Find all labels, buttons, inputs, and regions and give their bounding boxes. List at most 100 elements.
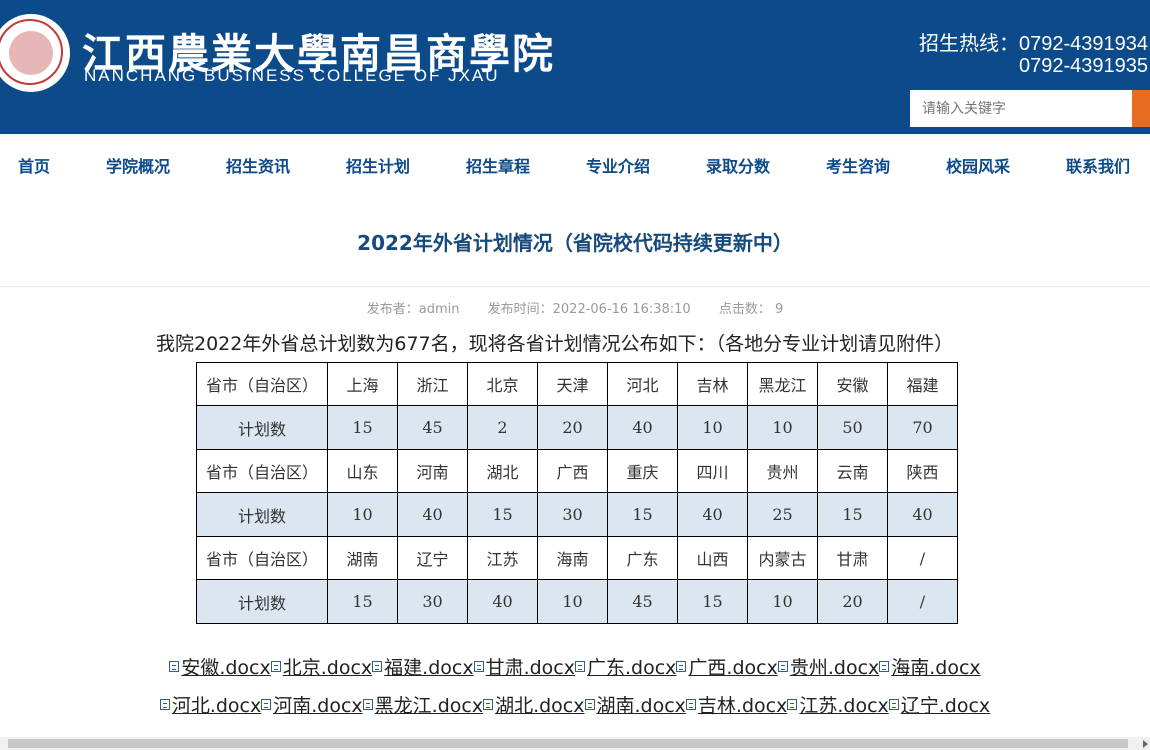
count-cell: 25 bbox=[747, 492, 818, 537]
meta-published: 发布时间：2022-06-16 16:38:10 bbox=[487, 302, 691, 317]
attachment-link[interactable]: 甘肃.docx bbox=[473, 657, 575, 679]
province-cell: / bbox=[887, 536, 958, 580]
attachment-label: 福建.docx bbox=[384, 657, 474, 679]
province-cell: 贵州 bbox=[747, 449, 818, 493]
province-cell: 广东 bbox=[607, 536, 678, 580]
attachment-label: 河北.docx bbox=[171, 695, 262, 717]
count-cell: 15 bbox=[677, 579, 748, 624]
admission-hotline: 招生热线：0792-4391934 0792-4391935 bbox=[919, 33, 1148, 77]
scroll-right-arrow-icon[interactable] bbox=[1143, 740, 1148, 748]
article-lead: 我院2022年外省总计划数为677名，现将各省计划情况公布如下：（各地分专业计划… bbox=[156, 333, 954, 355]
nav-admission-news[interactable]: 招生资讯 bbox=[226, 153, 290, 177]
province-cell: 河南 bbox=[397, 449, 468, 493]
attachment-link[interactable]: 辽宁.docx bbox=[888, 695, 990, 717]
word-doc-icon bbox=[879, 661, 890, 672]
attachment-row: 河北.docx 河南.docx 黑龙江.docx 湖北.docx 湖南.docx 吉林.d… bbox=[0, 691, 1150, 718]
nav-home[interactable]: 首页 bbox=[18, 153, 50, 177]
province-cell: 内蒙古 bbox=[747, 536, 818, 580]
word-doc-icon bbox=[169, 661, 180, 672]
count-cell: 45 bbox=[607, 579, 678, 624]
province-cell: 吉林 bbox=[677, 362, 748, 406]
count-header: 计划数 bbox=[196, 492, 328, 537]
college-seal-logo[interactable] bbox=[0, 14, 70, 92]
attachment-link[interactable]: 湖南.docx bbox=[584, 695, 686, 717]
attachment-link[interactable]: 黑龙江.docx bbox=[362, 695, 484, 717]
nav-contact[interactable]: 联系我们 bbox=[1066, 153, 1130, 177]
province-cell: 山东 bbox=[327, 449, 398, 493]
count-cell: 50 bbox=[817, 405, 888, 450]
province-cell: 黑龙江 bbox=[747, 362, 818, 406]
attachment-link[interactable]: 广西.docx bbox=[676, 657, 778, 679]
search-input[interactable] bbox=[910, 90, 1132, 127]
nav-consult[interactable]: 考生咨询 bbox=[826, 153, 890, 177]
attachment-link[interactable]: 海南.docx bbox=[879, 657, 981, 679]
attachment-row: 安徽.docx 北京.docx 福建.docx 甘肃.docx 广东.docx 广西.do… bbox=[0, 653, 1150, 680]
nav-majors[interactable]: 专业介绍 bbox=[586, 153, 650, 177]
count-cell: 20 bbox=[537, 405, 608, 450]
site-header: 江西農業大學南昌商學院 NANCHANG BUSINESS COLLEGE OF… bbox=[0, 0, 1150, 134]
count-cell: 40 bbox=[467, 579, 538, 624]
attachment-link[interactable]: 广东.docx bbox=[575, 657, 676, 679]
nav-admission-rules[interactable]: 招生章程 bbox=[466, 153, 530, 177]
nav-campus[interactable]: 校园风采 bbox=[946, 153, 1010, 177]
word-doc-icon bbox=[372, 661, 383, 672]
attachment-link[interactable]: 福建.docx bbox=[372, 657, 474, 679]
province-cell: 河北 bbox=[607, 362, 678, 406]
province-cell: 北京 bbox=[467, 362, 538, 406]
nav-admission-plan[interactable]: 招生计划 bbox=[346, 153, 410, 177]
attachment-link[interactable]: 河南.docx bbox=[261, 695, 363, 717]
horizontal-scrollbar[interactable] bbox=[0, 737, 1150, 750]
attachment-link[interactable]: 贵州.docx bbox=[777, 657, 880, 679]
attachment-label: 海南.docx bbox=[891, 657, 981, 679]
province-cell: 辽宁 bbox=[397, 536, 468, 580]
table-row-counts: 计划数 15 45 2 20 40 10 10 50 70 bbox=[196, 405, 958, 450]
hotline-number-2: 0792-4391935 bbox=[1018, 55, 1148, 77]
count-cell: 70 bbox=[887, 405, 958, 450]
province-header: 省市（自治区） bbox=[196, 449, 328, 493]
attachment-link[interactable]: 湖北.docx bbox=[483, 695, 585, 717]
attachment-label: 河南.docx bbox=[273, 695, 363, 717]
school-name-en: NANCHANG BUSINESS COLLEGE OF JXAU bbox=[84, 66, 500, 85]
article-title: 2022年外省计划情况（省院校代码持续更新中） bbox=[357, 231, 793, 255]
attachment-link[interactable]: 北京.docx bbox=[270, 657, 372, 679]
table-row-provinces: 省市（自治区） 山东 河南 湖北 广西 重庆 四川 贵州 云南 陕西 bbox=[196, 449, 958, 493]
attachment-label: 黑龙江.docx bbox=[374, 695, 484, 717]
word-doc-icon bbox=[777, 661, 788, 672]
count-header: 计划数 bbox=[196, 405, 328, 450]
attachment-link[interactable]: 安徽.docx bbox=[169, 657, 271, 679]
count-cell: 15 bbox=[817, 492, 888, 537]
province-cell: 上海 bbox=[327, 362, 398, 406]
word-doc-icon bbox=[676, 661, 687, 672]
hotline-label: 招生热线： bbox=[918, 33, 1019, 55]
province-cell: 重庆 bbox=[607, 449, 678, 493]
table-row-provinces: 省市（自治区） 湖南 辽宁 江苏 海南 广东 山西 内蒙古 甘肃 / bbox=[196, 536, 958, 580]
search-box bbox=[910, 90, 1150, 127]
province-cell: 浙江 bbox=[397, 362, 468, 406]
province-cell: 湖南 bbox=[327, 536, 398, 580]
province-cell: 湖北 bbox=[467, 449, 538, 493]
nav-scores[interactable]: 录取分数 bbox=[706, 153, 770, 177]
province-cell: 天津 bbox=[537, 362, 608, 406]
word-doc-icon bbox=[584, 699, 595, 710]
attachment-link[interactable]: 吉林.docx bbox=[685, 695, 787, 717]
meta-clicks: 点击数： 9 bbox=[718, 302, 784, 317]
attachment-link[interactable]: 江苏.docx bbox=[787, 695, 889, 717]
count-cell: 40 bbox=[887, 492, 958, 537]
province-cell: 四川 bbox=[677, 449, 748, 493]
word-doc-icon bbox=[473, 661, 484, 672]
hotline-number-1: 0792-4391934 bbox=[1018, 33, 1148, 55]
attachment-label: 安徽.docx bbox=[181, 657, 271, 679]
scrollbar-thumb[interactable] bbox=[8, 739, 1128, 748]
article-meta: 发布者：admin 发布时间：2022-06-16 16:38:10 点击数： … bbox=[0, 298, 1150, 317]
province-cell: 江苏 bbox=[467, 536, 538, 580]
attachment-label: 甘肃.docx bbox=[485, 657, 575, 679]
attachment-label: 贵州.docx bbox=[789, 657, 880, 679]
province-cell: 云南 bbox=[817, 449, 888, 493]
count-cell: 15 bbox=[327, 579, 398, 624]
province-cell: 陕西 bbox=[887, 449, 958, 493]
attachment-label: 广东.docx bbox=[587, 657, 677, 679]
nav-about[interactable]: 学院概况 bbox=[106, 153, 170, 177]
attachment-link[interactable]: 河北.docx bbox=[159, 695, 262, 717]
count-cell: 15 bbox=[467, 492, 538, 537]
search-button[interactable] bbox=[1132, 90, 1150, 127]
